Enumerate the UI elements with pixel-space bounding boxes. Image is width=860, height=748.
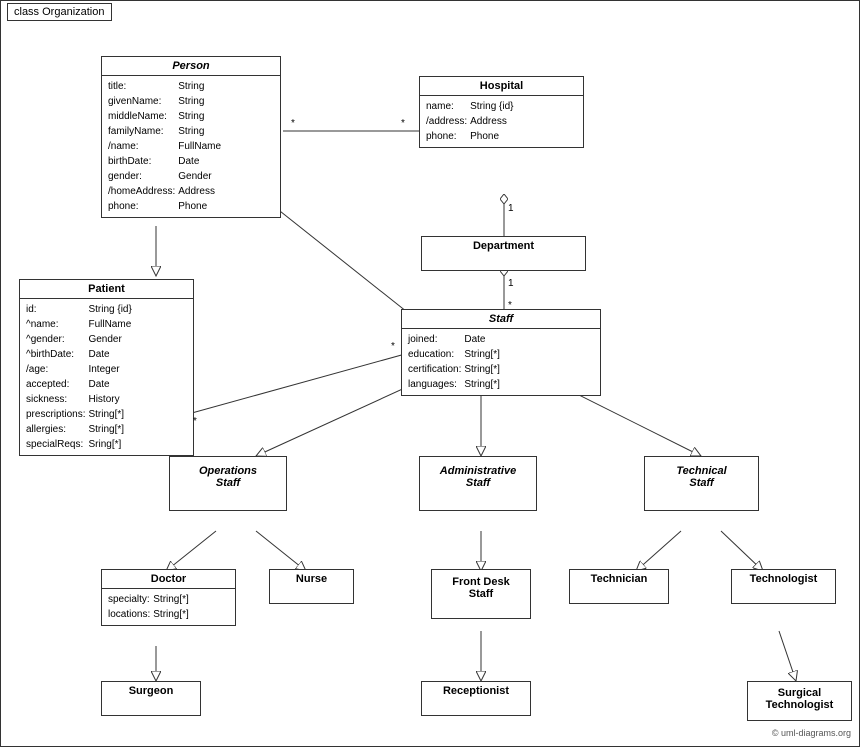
department-class: Department	[421, 236, 586, 271]
hospital-class: Hospital name:String {id} /address:Addre…	[419, 76, 584, 148]
technologist-class: Technologist	[731, 569, 836, 604]
hospital-body: name:String {id} /address:Address phone:…	[420, 96, 583, 147]
hospital-header: Hospital	[420, 77, 583, 96]
diagram-title: class Organization	[7, 3, 112, 21]
surgeon-header: Surgeon	[102, 682, 200, 700]
receptionist-class: Receptionist	[421, 681, 531, 716]
diagram-container: class Organization * * 1 1 *	[0, 0, 860, 747]
technologist-header: Technologist	[732, 570, 835, 588]
patient-header: Patient	[20, 280, 193, 299]
doctor-class: Doctor specialty:String[*] locations:Str…	[101, 569, 236, 626]
svg-text:*: *	[291, 118, 295, 129]
operations-staff-header: OperationsStaff	[170, 457, 286, 497]
administrative-staff-class: AdministrativeStaff	[419, 456, 537, 511]
svg-text:*: *	[401, 118, 405, 129]
technical-staff-class: TechnicalStaff	[644, 456, 759, 511]
front-desk-staff-header: Front DeskStaff	[432, 570, 530, 606]
technician-class: Technician	[569, 569, 669, 604]
technician-header: Technician	[570, 570, 668, 588]
svg-text:1: 1	[508, 203, 514, 214]
nurse-header: Nurse	[270, 570, 353, 588]
copyright: © uml-diagrams.org	[772, 728, 851, 738]
administrative-staff-header: AdministrativeStaff	[420, 457, 536, 497]
doctor-header: Doctor	[102, 570, 235, 589]
operations-staff-class: OperationsStaff	[169, 456, 287, 511]
staff-body: joined:Date education:String[*] certific…	[402, 329, 600, 395]
person-body: title:String givenName:String middleName…	[102, 76, 280, 217]
surgical-technologist-header: SurgicalTechnologist	[748, 682, 851, 716]
nurse-class: Nurse	[269, 569, 354, 604]
patient-body: id:String {id} ^name:FullName ^gender:Ge…	[20, 299, 193, 455]
svg-text:1: 1	[508, 278, 514, 289]
staff-header: Staff	[402, 310, 600, 329]
person-header: Person	[102, 57, 280, 76]
technical-staff-header: TechnicalStaff	[645, 457, 758, 497]
doctor-body: specialty:String[*] locations:String[*]	[102, 589, 235, 625]
person-class: Person title:String givenName:String mid…	[101, 56, 281, 218]
receptionist-header: Receptionist	[422, 682, 530, 700]
front-desk-staff-class: Front DeskStaff	[431, 569, 531, 619]
svg-text:*: *	[391, 341, 395, 352]
staff-class: Staff joined:Date education:String[*] ce…	[401, 309, 601, 396]
surgical-technologist-class: SurgicalTechnologist	[747, 681, 852, 721]
department-header: Department	[422, 237, 585, 255]
surgeon-class: Surgeon	[101, 681, 201, 716]
patient-class: Patient id:String {id} ^name:FullName ^g…	[19, 279, 194, 456]
multiplicity-patient-staff: *	[193, 416, 197, 427]
